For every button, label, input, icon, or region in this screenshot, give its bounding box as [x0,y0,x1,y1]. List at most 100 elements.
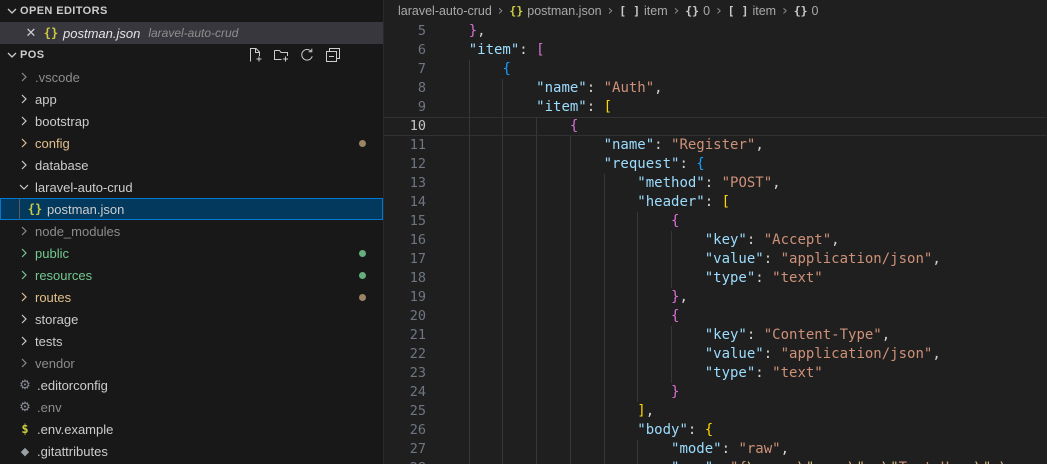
indent-guide [536,193,537,212]
code-line-15[interactable]: 15 { [384,212,1047,231]
code-token: , [991,460,999,464]
close-icon[interactable]: ✕ [20,25,42,41]
indent-guide [604,231,605,250]
code-line-24[interactable]: 24 } [384,383,1047,402]
tree-item--gitattributes[interactable]: ◆.gitattributes [0,440,383,462]
code-line-21[interactable]: 21 "key": "Content-Type", [384,326,1047,345]
indent-guide [604,174,605,193]
code-token: : [747,232,764,248]
indent-guide [502,193,503,212]
collapse-all-icon[interactable] [324,47,341,64]
indent-guide [469,60,470,79]
line-number: 21 [384,326,426,345]
code-token: : [654,137,671,153]
breadcrumb-item-0[interactable]: {}0 [685,4,710,18]
tree-item-label: config [35,136,70,151]
code-line-content: "type": "text" [435,364,1047,383]
tree-item-database[interactable]: database [0,154,383,176]
code-line-26[interactable]: 26 "body": { [384,421,1047,440]
tree-item-vendor[interactable]: vendor [0,352,383,374]
code-line-19[interactable]: 19 }, [384,288,1047,307]
code-line-12[interactable]: 12 "request": { [384,155,1047,174]
tree-item-config[interactable]: config [0,132,383,154]
tree-item-bootstrap[interactable]: bootstrap [0,110,383,132]
code-line-18[interactable]: 18 "type": "text" [384,269,1047,288]
indent-guide [502,269,503,288]
code-line-6[interactable]: 6 "item": [ [384,41,1047,60]
tree-item-app[interactable]: app [0,88,383,110]
git-status-badge [359,250,366,257]
breadcrumb-item-item[interactable]: [ ]item [728,4,776,18]
breadcrumb-item-laravel-auto-crud[interactable]: laravel-auto-crud [398,4,492,18]
code-line-27[interactable]: 27 "mode": "raw", [384,440,1047,459]
new-folder-icon[interactable] [272,47,289,64]
indent-guide [469,79,470,98]
tree-item-label: bootstrap [35,114,89,129]
breadcrumb-item-0[interactable]: {}0 [794,4,819,18]
indent-guide [570,269,571,288]
code-line-28[interactable]: 28 "raw": "{\n \"name\": \"Test User\",\… [384,459,1047,464]
code-area[interactable]: 5 },6 "item": [7 {8 "name": "Auth",9 "it… [384,22,1047,464]
code-line-9[interactable]: 9 "item": [ [384,98,1047,117]
indent-guide [604,193,605,212]
code-token: "request" [604,156,680,172]
code-line-8[interactable]: 8 "name": "Auth", [384,79,1047,98]
breadcrumb-item-postman-json[interactable]: {}postman.json [509,4,601,18]
chevron-right-icon [16,69,32,85]
code-token: "Accept" [764,232,831,248]
indent-guide [536,212,537,231]
tree-item--env[interactable]: ⚙.env [0,396,383,418]
indent-guide [570,459,571,464]
refresh-icon[interactable] [298,47,315,64]
tree-item--editorconfig[interactable]: ⚙.editorconfig [0,374,383,396]
indent-guide [536,155,537,174]
open-editors-header[interactable]: OPEN EDITORS [0,0,383,22]
new-file-icon[interactable] [246,47,263,64]
code-token: : [519,42,536,58]
code-line-25[interactable]: 25 ], [384,402,1047,421]
tree-item-label: resources [35,268,92,283]
code-line-22[interactable]: 22 "value": "application/json", [384,345,1047,364]
code-token: "text" [772,270,823,286]
tree-item-routes[interactable]: routes [0,286,383,308]
tree-item-tests[interactable]: tests [0,330,383,352]
code-line-11[interactable]: 11 "name": "Register", [384,136,1047,155]
code-line-5[interactable]: 5 }, [384,22,1047,41]
indent-guide [637,326,638,345]
indent-guide [604,250,605,269]
code-token: : [755,365,772,381]
json-braces-icon: {} [509,4,523,18]
code-line-14[interactable]: 14 "header": [ [384,193,1047,212]
tree-item-storage[interactable]: storage [0,308,383,330]
code-line-17[interactable]: 17 "value": "application/json", [384,250,1047,269]
tree-item-label: .vscode [35,70,80,85]
line-number: 27 [384,440,426,459]
chevron-right-icon [16,113,32,129]
code-line-13[interactable]: 13 "method": "POST", [384,174,1047,193]
code-line-10[interactable]: 10 { [384,117,1047,136]
code-line-16[interactable]: 16 "key": "Accept", [384,231,1047,250]
tree-item--vscode[interactable]: .vscode [0,66,383,88]
code-token: "application/json" [781,251,933,267]
open-editor-item-postman-json[interactable]: ✕ {} postman.json laravel-auto-crud [0,22,383,44]
line-number: 25 [384,402,426,421]
chevron-right-icon [16,135,32,151]
explorer-section-header[interactable]: POS [0,44,383,66]
breadcrumb-item-item[interactable]: [ ]item [619,4,667,18]
code-line-23[interactable]: 23 "type": "text" [384,364,1047,383]
code-line-content: "method": "POST", [435,174,1047,193]
tree-item-laravel-auto-crud[interactable]: laravel-auto-crud [0,176,383,198]
code-token: [ [536,42,544,58]
code-token: \" [848,460,865,464]
indent-guide [469,402,470,421]
indent-guide [469,250,470,269]
tree-item-resources[interactable]: resources [0,264,383,286]
code-line-7[interactable]: 7 { [384,60,1047,79]
tree-item--env-example[interactable]: $.env.example [0,418,383,440]
code-line-20[interactable]: 20 { [384,307,1047,326]
code-token: \n [1000,460,1017,464]
tree-item-postman-json[interactable]: {}postman.json [0,198,383,220]
tree-item-node-modules[interactable]: node_modules [0,220,383,242]
indent-guide [604,269,605,288]
tree-item-public[interactable]: public [0,242,383,264]
